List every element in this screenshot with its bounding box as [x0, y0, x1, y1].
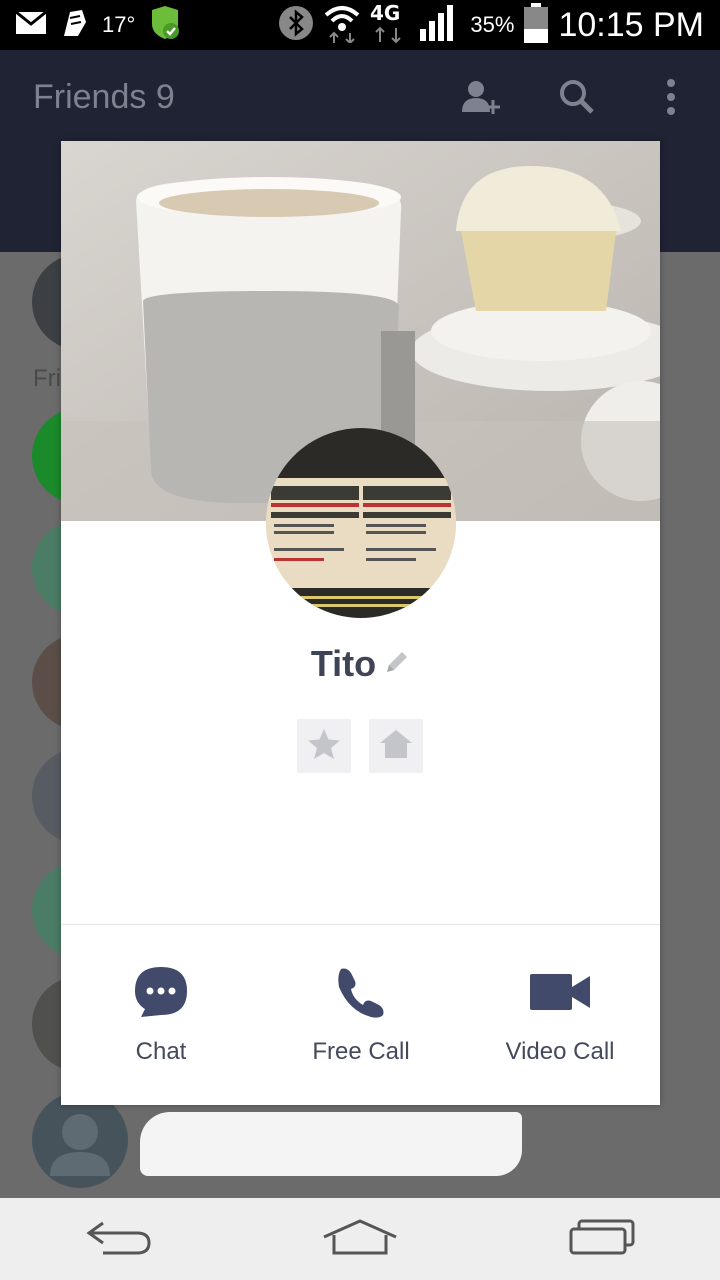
- profile-avatar[interactable]: [266, 428, 456, 618]
- profile-name: Tito: [310, 643, 377, 684]
- avatar[interactable]: [32, 1092, 128, 1188]
- page-title: Friends 9: [33, 78, 175, 116]
- status-bar: 17° 4G 35% 10:15 PM: [0, 0, 720, 50]
- divider: [61, 924, 660, 925]
- home-icon: [379, 728, 413, 765]
- profile-modal: Tito Chat Free Call Video Call: [61, 141, 660, 1105]
- mail-icon: [15, 10, 47, 39]
- chat-label: Chat: [135, 1038, 187, 1065]
- home-nav-icon[interactable]: [320, 1217, 400, 1262]
- profile-name-row: Tito: [61, 643, 660, 685]
- video-call-label: Video Call: [505, 1038, 615, 1065]
- network-label: 4G: [370, 2, 400, 25]
- free-call-label: Free Call: [312, 1038, 410, 1065]
- more-icon[interactable]: [664, 78, 678, 121]
- free-call-button[interactable]: Free Call: [261, 965, 461, 1066]
- video-call-button[interactable]: Video Call: [460, 965, 660, 1066]
- search-icon[interactable]: [558, 78, 596, 121]
- clock: 10:15 PM: [558, 5, 704, 44]
- pencil-icon[interactable]: [384, 649, 410, 680]
- redacted-name: [140, 1112, 522, 1176]
- star-icon: [307, 728, 341, 765]
- home-button[interactable]: [369, 719, 423, 773]
- video-camera-icon: [528, 965, 592, 1024]
- temperature: 17°: [102, 12, 136, 37]
- section-label: Fri: [33, 365, 61, 392]
- app-icon: [60, 8, 88, 43]
- wifi-icon: [324, 3, 360, 48]
- signal-icon: [420, 4, 460, 46]
- battery-percent: 35%: [470, 12, 515, 37]
- phone-icon: [333, 965, 389, 1024]
- favorite-button[interactable]: [297, 719, 351, 773]
- nav-bar: [0, 1198, 720, 1280]
- back-icon[interactable]: [83, 1217, 153, 1262]
- battery-icon: [524, 2, 549, 48]
- shield-check-icon: [149, 5, 181, 45]
- bluetooth-icon: [278, 5, 314, 46]
- lte-icon: 4G: [370, 1, 410, 49]
- chat-bubble-icon: [133, 965, 189, 1024]
- add-friend-icon[interactable]: [460, 78, 500, 123]
- chat-button[interactable]: Chat: [61, 965, 261, 1066]
- recents-icon[interactable]: [567, 1217, 637, 1262]
